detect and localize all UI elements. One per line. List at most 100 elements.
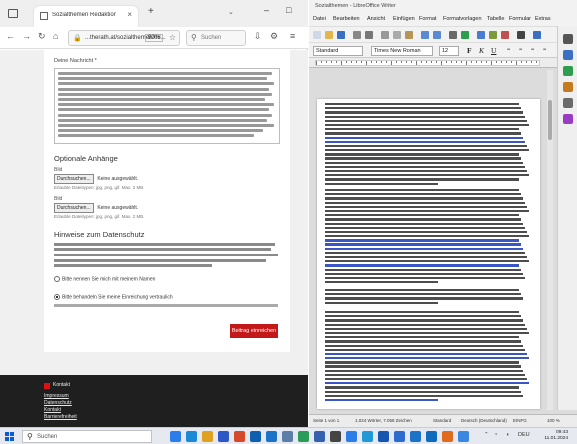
menu-item[interactable]: Extras: [535, 16, 551, 22]
align-left-icon[interactable]: ≡: [507, 47, 510, 53]
gallery-icon[interactable]: [563, 82, 573, 92]
menu-item[interactable]: Datei: [313, 16, 326, 22]
confidential-radio[interactable]: [54, 294, 60, 300]
align-center-icon[interactable]: ≡: [519, 47, 522, 53]
footer-link[interactable]: Kontakt: [44, 407, 61, 413]
italic-button[interactable]: K: [479, 46, 484, 55]
navigator-icon[interactable]: [563, 98, 573, 108]
app-icon[interactable]: [330, 431, 341, 442]
keyboard-language[interactable]: DEU: [518, 432, 530, 438]
app-icon[interactable]: [298, 431, 309, 442]
copy-icon[interactable]: [393, 31, 401, 39]
new-document-icon[interactable]: [313, 31, 321, 39]
name-option[interactable]: Bitte nennen Sie mich mit meinem Namen: [54, 276, 155, 282]
windows-start-icon[interactable]: [5, 432, 14, 441]
app-icon[interactable]: [442, 431, 453, 442]
menu-item[interactable]: Tabelle: [487, 16, 504, 22]
footer-link[interactable]: Impressum: [44, 393, 69, 399]
app-icon[interactable]: [426, 431, 437, 442]
menu-icon[interactable]: ≡: [290, 31, 295, 41]
submit-button[interactable]: Beitrag einreichen: [230, 324, 278, 338]
maximize-icon[interactable]: □: [286, 5, 291, 15]
tab-overview-icon[interactable]: [8, 9, 18, 18]
app-icon[interactable]: [410, 431, 421, 442]
bookmark-star-icon[interactable]: ☆: [169, 33, 176, 42]
cut-icon[interactable]: [381, 31, 389, 39]
status-zoom[interactable]: 100 %: [547, 418, 560, 423]
status-language[interactable]: Deutsch (Deutschland): [461, 418, 507, 423]
status-page[interactable]: Seite 1 von 1: [313, 418, 339, 423]
document-scrollbar[interactable]: [547, 70, 553, 410]
hyperlink-icon[interactable]: [533, 31, 541, 39]
document-page[interactable]: [317, 99, 540, 409]
undo-icon[interactable]: [421, 31, 429, 39]
firefox-icon[interactable]: [234, 431, 245, 442]
file2-browse-button[interactable]: Durchsuchen...: [54, 203, 94, 213]
app-icon[interactable]: [362, 431, 373, 442]
tab-close-icon[interactable]: ×: [127, 10, 132, 19]
new-tab-icon[interactable]: +: [148, 6, 154, 17]
paste-icon[interactable]: [405, 31, 413, 39]
app-icon[interactable]: [394, 431, 405, 442]
address-bar[interactable]: 🔒 ...therath.at/sozialthemen/08... 90% ☆: [68, 30, 180, 46]
app-icon[interactable]: [346, 431, 357, 442]
app-icon[interactable]: [378, 431, 389, 442]
word-icon[interactable]: [266, 431, 277, 442]
zoom-indicator[interactable]: 90%: [145, 34, 164, 42]
properties-icon[interactable]: [563, 50, 573, 60]
extensions-icon[interactable]: ⚙: [270, 31, 278, 42]
save-icon[interactable]: [337, 31, 345, 39]
spellcheck-icon[interactable]: [461, 31, 469, 39]
page-icon[interactable]: [563, 114, 573, 124]
insert-table-icon[interactable]: [477, 31, 485, 39]
open-folder-icon[interactable]: [325, 31, 333, 39]
menu-item[interactable]: Ansicht: [367, 16, 385, 22]
forward-icon[interactable]: →: [22, 31, 31, 41]
redo-icon[interactable]: [433, 31, 441, 39]
file1-browse-button[interactable]: Durchsuchen...: [54, 174, 94, 184]
message-textarea[interactable]: [54, 68, 280, 144]
print-icon[interactable]: [365, 31, 373, 39]
downloads-icon[interactable]: ⇩: [254, 31, 262, 42]
export-pdf-icon[interactable]: [353, 31, 361, 39]
app-icon[interactable]: [314, 431, 325, 442]
justify-icon[interactable]: ≡: [543, 47, 546, 53]
search-input[interactable]: ⚲ Suchen: [186, 30, 246, 46]
tray-chevron-icon[interactable]: ⌃: [484, 432, 489, 438]
scrollbar-thumb[interactable]: [548, 100, 552, 140]
browser-tab-active[interactable]: Sozialthemen Redaktion ×: [34, 6, 138, 27]
font-name-select[interactable]: Times New Roman: [371, 46, 433, 56]
home-icon[interactable]: ⌂: [53, 31, 58, 41]
minimize-icon[interactable]: –: [264, 5, 269, 15]
horizontal-ruler[interactable]: [309, 58, 577, 68]
font-size-select[interactable]: 12: [439, 46, 459, 56]
menu-item[interactable]: Formatvorlagen: [443, 16, 482, 22]
paragraph-style-select[interactable]: Standard: [313, 46, 363, 56]
insert-chart-icon[interactable]: [501, 31, 509, 39]
menu-item[interactable]: Formular: [509, 16, 531, 22]
insert-image-icon[interactable]: [489, 31, 497, 39]
confidential-option[interactable]: Bitte behandeln Sie meine Einreichung ve…: [54, 294, 173, 300]
clock[interactable]: 09:43 11.01.2024: [540, 430, 568, 442]
app-icon[interactable]: [458, 431, 469, 442]
align-right-icon[interactable]: ≡: [531, 47, 534, 53]
app-icon[interactable]: [282, 431, 293, 442]
footer-link[interactable]: Datenschutz: [44, 400, 72, 406]
reload-icon[interactable]: ↻: [38, 31, 46, 42]
underline-button[interactable]: U: [491, 46, 496, 55]
sidebar-menu-icon[interactable]: [563, 34, 573, 44]
styles-icon[interactable]: [563, 66, 573, 76]
menu-item[interactable]: Bearbeiten: [333, 16, 360, 22]
task-view-icon[interactable]: [170, 431, 181, 442]
file-explorer-icon[interactable]: [202, 431, 213, 442]
special-character-icon[interactable]: [517, 31, 525, 39]
tab-list-chevron-icon[interactable]: ⌄: [228, 8, 234, 16]
status-words[interactable]: 1.024 Wörter, 7.058 Zeichen: [355, 418, 412, 423]
footer-link[interactable]: Barrierefreiheit: [44, 414, 77, 420]
menu-item[interactable]: Format: [419, 16, 436, 22]
edge-icon[interactable]: [186, 431, 197, 442]
taskbar-search-input[interactable]: ⚲ Suchen: [22, 430, 152, 443]
find-replace-icon[interactable]: [449, 31, 457, 39]
network-icon[interactable]: ◔: [494, 432, 497, 438]
mail-icon[interactable]: [250, 431, 261, 442]
